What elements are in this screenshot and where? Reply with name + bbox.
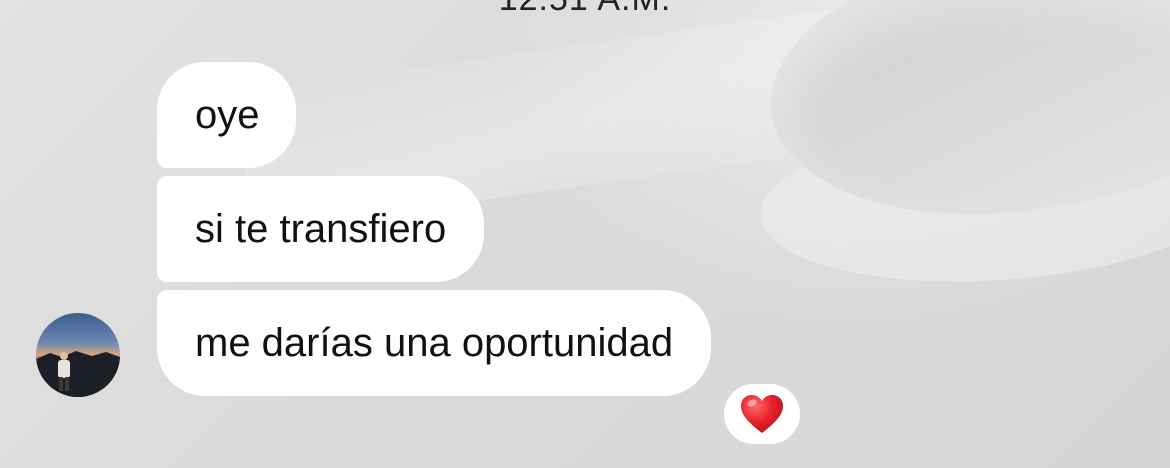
message-timestamp: 12:51 A.M. (0, 0, 1170, 19)
message-text: me darías una oportunidad (195, 321, 674, 365)
message-bubble[interactable]: oye (157, 62, 296, 168)
red-heart-icon (741, 395, 783, 433)
message-bubble[interactable]: si te transfiero (157, 176, 485, 282)
avatar-photo (36, 313, 120, 397)
message-text: oye (195, 93, 260, 137)
reaction-badge[interactable] (721, 381, 803, 447)
message-bubble[interactable]: me darías una oportunidad (157, 290, 712, 396)
avatar[interactable] (36, 313, 120, 397)
message-text: si te transfiero (195, 207, 447, 251)
